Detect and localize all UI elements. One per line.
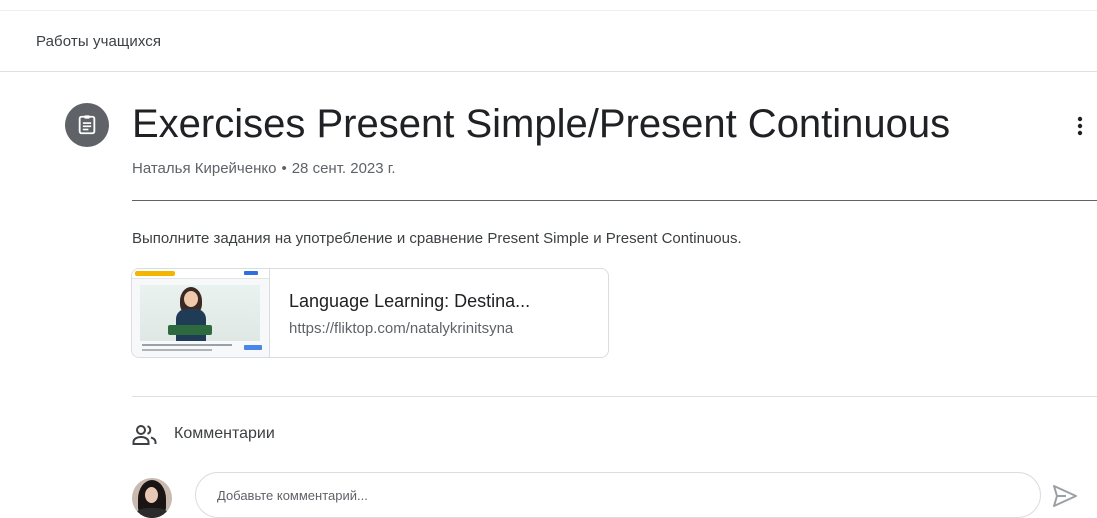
attachment-thumbnail	[132, 269, 270, 357]
tab-divider	[0, 71, 1097, 72]
send-icon[interactable]	[1052, 484, 1078, 508]
comment-input[interactable]	[195, 472, 1041, 518]
post-date: 28 сент. 2023 г.	[291, 160, 396, 177]
attachment-title[interactable]: Language Learning: Destina...	[289, 291, 530, 312]
comments-title: Комментарии	[174, 425, 275, 442]
assignment-icon	[65, 103, 109, 147]
avatar	[132, 478, 172, 518]
assignment-meta: Наталья Кирейченко • 28 сент. 2023 г.	[132, 160, 396, 177]
link-attachment-card[interactable]: Language Learning: Destina... https://fl…	[131, 268, 609, 358]
comments-divider	[132, 396, 1097, 397]
assignment-title: Exercises Present Simple/Present Continu…	[132, 102, 951, 146]
more-vert-icon[interactable]	[1068, 112, 1092, 140]
top-divider	[0, 10, 1097, 11]
assignment-description: Выполните задания на употребление и срав…	[132, 230, 742, 247]
people-icon	[132, 423, 158, 447]
attachment-url: https://fliktop.com/natalykrinitsyna	[289, 320, 514, 337]
stream-post-page: Работы учащихся Exercises Present Simple…	[0, 0, 1097, 518]
student-work-tab[interactable]: Работы учащихся	[36, 33, 161, 50]
meta-separator: •	[281, 160, 287, 177]
author-name: Наталья Кирейченко	[132, 160, 277, 177]
header-divider	[132, 200, 1097, 201]
attachment-info: Language Learning: Destina... https://fl…	[270, 269, 530, 357]
